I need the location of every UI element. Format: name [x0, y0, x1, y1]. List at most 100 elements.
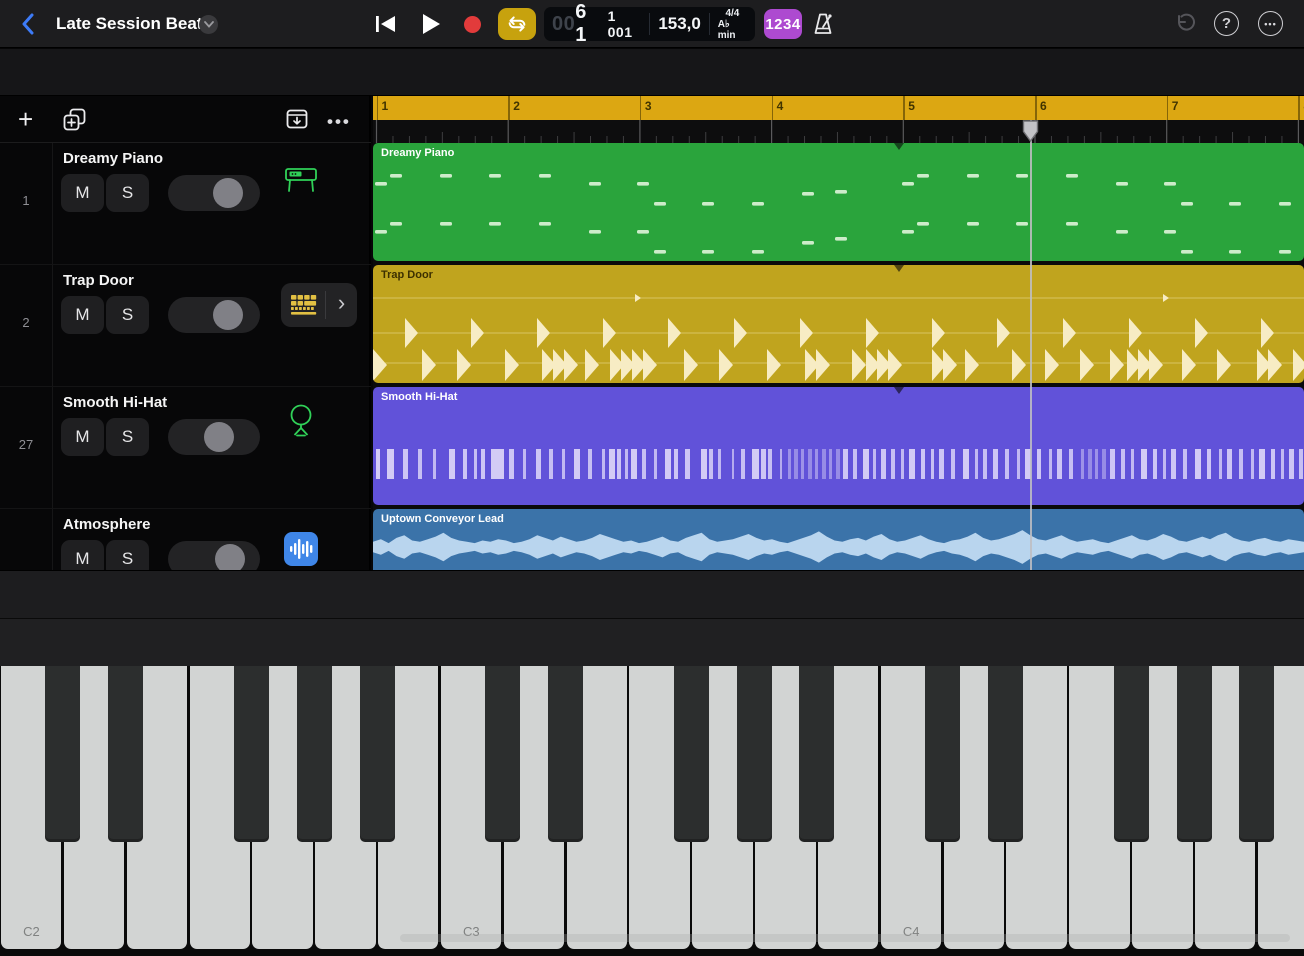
slider-knob[interactable] — [215, 544, 245, 570]
mute-button[interactable]: M — [61, 174, 104, 212]
ruler-ticks[interactable] — [373, 120, 1304, 143]
piano-black-key[interactable] — [548, 666, 583, 842]
bar-line — [1167, 96, 1169, 120]
cycle-loop-button[interactable] — [498, 8, 536, 40]
import-track-button[interactable] — [285, 108, 309, 130]
duplicate-track-button[interactable] — [62, 107, 87, 132]
track-header-trap-door[interactable]: 2 Trap Door M S › — [0, 265, 371, 387]
solo-button[interactable]: S — [106, 174, 149, 212]
track-lane-atmosphere: Uptown Conveyor Lead — [373, 509, 1304, 570]
track-number: 2 — [0, 315, 52, 330]
keyboard-control-bar: 0 Sustain Play — [0, 618, 1304, 666]
region-dreamy-piano[interactable]: Dreamy Piano — [373, 143, 1304, 261]
piano-black-key[interactable] — [234, 666, 269, 842]
solo-button[interactable]: S — [106, 296, 149, 334]
track-volume-slider[interactable] — [168, 541, 260, 570]
region-smooth-hi-hat[interactable]: Smooth Hi-Hat — [373, 387, 1304, 505]
solo-button[interactable]: S — [106, 418, 149, 456]
logic-pro-window: Late Session Beat 00 6 1 1 001 153,0 — [0, 0, 1304, 956]
bar-line — [1298, 96, 1300, 120]
hi-hat-icon — [284, 403, 318, 441]
keyboard-scrollbar[interactable] — [400, 934, 1290, 942]
region-label: Trap Door — [381, 269, 433, 281]
mute-button[interactable]: M — [61, 296, 104, 334]
bar-line — [640, 96, 642, 120]
slider-knob[interactable] — [213, 300, 243, 330]
octave-label: C2 — [0, 924, 63, 939]
drum-pads-icon — [281, 293, 325, 317]
bar-number: 4 — [777, 99, 784, 113]
edit-toolbar: Trim — [0, 49, 1304, 96]
track-headers-column: + ••• — [0, 96, 371, 570]
lcd-signature-key: 4/4 A♭ min — [718, 8, 747, 41]
mute-button[interactable]: M — [61, 418, 104, 456]
undo-icon — [1172, 12, 1196, 36]
project-title[interactable]: Late Session Beat — [56, 14, 202, 34]
piano-black-key[interactable] — [1239, 666, 1274, 842]
track-lane-dreamy-piano: Dreamy Piano — [373, 143, 1304, 265]
track-header-atmosphere[interactable]: Atmosphere M S — [0, 509, 371, 570]
track-volume-slider[interactable] — [168, 175, 260, 211]
go-to-beginning-button[interactable] — [376, 15, 395, 33]
chevron-right-icon: › — [326, 293, 357, 317]
play-button[interactable] — [423, 14, 440, 34]
piano-black-key[interactable] — [737, 666, 772, 842]
track-name: Dreamy Piano — [63, 150, 163, 167]
solo-button[interactable]: S — [106, 540, 149, 570]
region-uptown-conveyor-lead[interactable]: Uptown Conveyor Lead — [373, 509, 1304, 570]
cycle-range-ruler[interactable]: 12345678 — [373, 96, 1304, 120]
title-menu-button[interactable] — [199, 15, 218, 34]
track-volume-slider[interactable] — [168, 297, 260, 333]
back-button[interactable] — [20, 13, 36, 35]
piano-black-key[interactable] — [799, 666, 834, 842]
lcd-divider — [709, 13, 710, 35]
project-key: A♭ min — [718, 19, 747, 41]
bar-number: 2 — [513, 99, 520, 113]
track-header-controls: + ••• — [0, 96, 371, 143]
piano-black-key[interactable] — [360, 666, 395, 842]
piano-black-key[interactable] — [485, 666, 520, 842]
piano-black-key[interactable] — [925, 666, 960, 842]
piano-black-key[interactable] — [297, 666, 332, 842]
piano-black-key[interactable] — [1114, 666, 1149, 842]
track-number: 27 — [0, 437, 52, 452]
electric-piano-icon — [283, 160, 319, 196]
region-trap-door[interactable]: Trap Door — [373, 265, 1304, 383]
bar-line — [772, 96, 774, 120]
piano-black-key[interactable] — [1177, 666, 1212, 842]
piano-black-key[interactable] — [988, 666, 1023, 842]
track-header-smooth-hi-hat[interactable]: 27 Smooth Hi-Hat M S — [0, 387, 371, 509]
piano-black-key[interactable] — [108, 666, 143, 842]
loop-icon — [505, 15, 529, 33]
piano-black-key[interactable] — [674, 666, 709, 842]
top-toolbar: Late Session Beat 00 6 1 1 001 153,0 — [0, 0, 1304, 48]
more-options-button[interactable]: ••• — [1258, 11, 1283, 36]
drum-editor-button[interactable]: › — [281, 283, 357, 327]
track-header-dreamy-piano[interactable]: 1 Dreamy Piano M S — [0, 143, 371, 265]
metronome-button[interactable] — [810, 11, 836, 37]
region-label: Uptown Conveyor Lead — [381, 513, 504, 525]
undo-button[interactable] — [1172, 12, 1196, 36]
record-button[interactable] — [464, 16, 481, 33]
piano-black-key[interactable] — [45, 666, 80, 842]
slider-knob[interactable] — [213, 178, 243, 208]
add-track-button[interactable]: + — [18, 104, 33, 135]
track-volume-slider[interactable] — [168, 419, 260, 455]
piano-keyboard: C2C3C4 — [0, 666, 1304, 956]
region-label: Dreamy Piano — [381, 147, 454, 159]
count-in-button[interactable]: 1234 — [764, 9, 802, 39]
playhead-line — [1030, 120, 1032, 570]
lcd-divider — [649, 13, 650, 35]
slider-knob[interactable] — [204, 422, 234, 452]
metronome-icon — [810, 11, 836, 37]
mute-button[interactable]: M — [61, 540, 104, 570]
lcd-position: 6 1 — [575, 1, 601, 47]
lcd-display[interactable]: 00 6 1 1 001 153,0 4/4 A♭ min — [544, 7, 755, 41]
region-label: Smooth Hi-Hat — [381, 391, 457, 403]
back-chevron-icon — [20, 13, 36, 35]
bar-line — [377, 96, 379, 120]
help-button[interactable]: ? — [1214, 11, 1239, 36]
bar-number: 7 — [1172, 99, 1179, 113]
track-header-more-button[interactable]: ••• — [327, 112, 351, 132]
playhead-marker[interactable] — [1022, 120, 1039, 142]
